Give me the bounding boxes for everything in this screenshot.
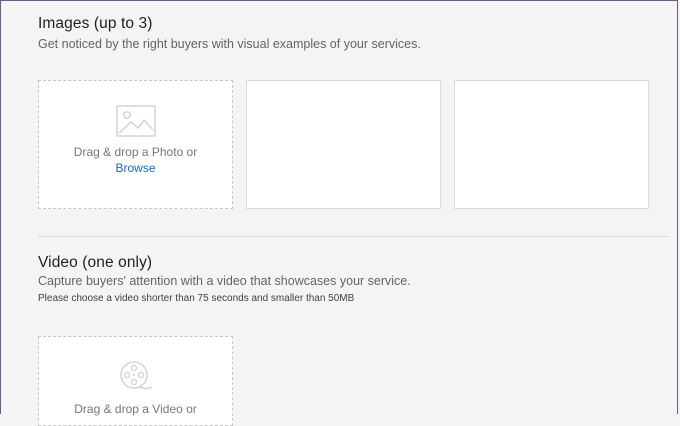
film-reel-icon xyxy=(119,360,153,397)
video-section-title: Video (one only) xyxy=(38,254,153,271)
section-divider xyxy=(38,236,669,237)
image-upload-slot-1[interactable]: Drag & drop a Photo or Browse xyxy=(38,80,233,209)
browse-link[interactable]: Browse xyxy=(39,161,232,175)
image-upload-slot-2[interactable] xyxy=(246,80,441,209)
image-icon xyxy=(115,105,156,142)
image-upload-slot-3[interactable] xyxy=(454,80,649,209)
video-section-description: Capture buyers' attention with a video t… xyxy=(38,274,411,288)
video-size-note: Please choose a video shorter than 75 se… xyxy=(38,293,355,304)
video-upload-slot[interactable]: Drag & drop a Video or xyxy=(38,336,233,426)
images-section-title: Images (up to 3) xyxy=(38,15,153,32)
images-section-description: Get noticed by the right buyers with vis… xyxy=(38,37,421,51)
image-drop-text: Drag & drop a Photo or xyxy=(73,145,198,159)
gallery-panel: Images (up to 3) Get noticed by the righ… xyxy=(0,0,678,426)
